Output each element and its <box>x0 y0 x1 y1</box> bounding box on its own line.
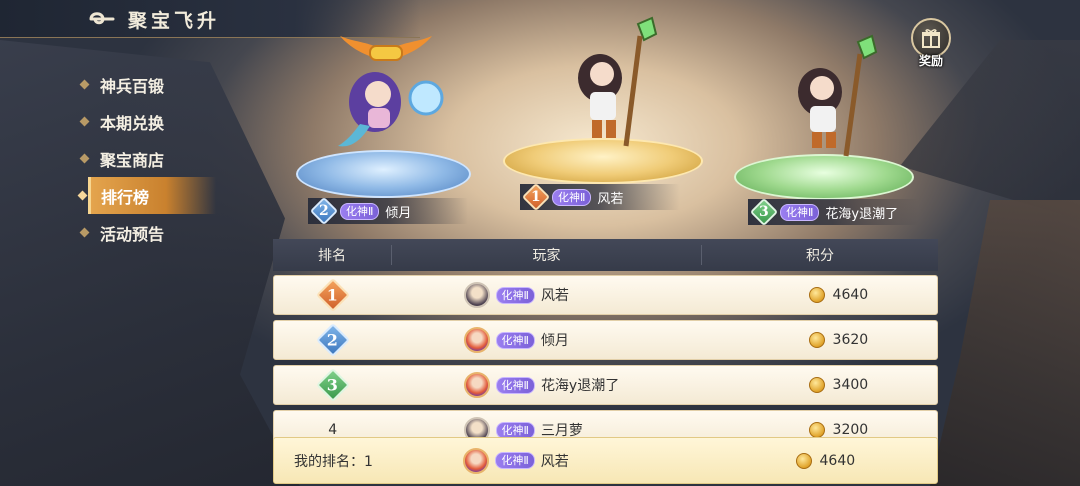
character-sprite-mermaid <box>330 62 450 162</box>
score-value: 4640 <box>819 452 856 469</box>
my-rank-row: 我的排名：1 化神Ⅱ 风若 4640 <box>273 437 938 484</box>
coin-icon <box>808 377 825 393</box>
sidebar-item-label: 聚宝商店 <box>100 150 165 170</box>
back-arrow-icon <box>89 12 115 25</box>
sidebar-item-exchange[interactable]: 本期兑换 <box>78 103 218 140</box>
realm-badge: 化神Ⅱ <box>552 188 592 206</box>
realm-badge: 化神Ⅱ <box>495 376 535 394</box>
rank-2-icon: 2 <box>315 323 350 357</box>
player-name: 风若 <box>540 453 569 470</box>
rank-3-icon: 3 <box>315 368 350 402</box>
realm-badge: 化神Ⅱ <box>495 286 535 304</box>
coin-icon <box>808 287 825 303</box>
player-avatar[interactable] <box>463 372 490 398</box>
bullet-diamond-icon <box>79 153 90 164</box>
table-row[interactable]: 1 化神Ⅱ 风若 4640 <box>273 275 938 315</box>
realm-badge: 化神Ⅱ <box>495 331 535 349</box>
sidebar-item-label: 神兵百锻 <box>100 76 165 96</box>
sidebar-item-preview[interactable]: 活动预告 <box>78 214 218 251</box>
sidebar-item-label: 本期兑换 <box>100 113 165 133</box>
crown-wings-icon <box>338 34 434 64</box>
back-button[interactable] <box>82 6 118 32</box>
player-name: 倾月 <box>385 205 412 221</box>
page-title: 聚宝飞升 <box>128 10 221 32</box>
realm-badge: 化神Ⅱ <box>340 202 380 220</box>
podium-nameplate: 2 化神Ⅱ 倾月 <box>308 196 468 226</box>
player-name: 花海y退潮了 <box>540 378 620 394</box>
sidebar-nav: 神兵百锻 本期兑换 聚宝商店 排行榜 活动预告 <box>77 66 218 251</box>
sidebar-item-label: 排行榜 <box>101 187 150 207</box>
bullet-diamond-icon <box>79 116 90 127</box>
player-name: 倾月 <box>540 333 569 349</box>
sidebar-item-label: 活动预告 <box>100 224 165 244</box>
bullet-diamond-icon <box>79 227 90 238</box>
score-value: 3400 <box>832 377 869 393</box>
rank-1-icon: 1 <box>315 278 350 312</box>
rank-1-icon: 1 <box>521 182 551 212</box>
header-score: 积分 <box>701 245 938 265</box>
bullet-diamond-icon <box>77 190 88 201</box>
leaderboard-table-header: 排名 玩家 积分 <box>273 239 938 271</box>
sidebar-item-shop[interactable]: 聚宝商店 <box>78 140 218 177</box>
realm-badge: 化神Ⅱ <box>780 203 820 221</box>
sidebar-item-leaderboard[interactable]: 排行榜 <box>77 177 216 214</box>
header-player: 玩家 <box>391 245 701 265</box>
score-value: 4640 <box>832 287 869 303</box>
character-sprite-staff <box>560 16 670 156</box>
realm-badge: 化神Ⅱ <box>495 452 535 469</box>
table-row[interactable]: 3 化神Ⅱ 花海y退潮了 3400 <box>273 365 938 405</box>
coin-icon <box>795 452 812 469</box>
character-sprite-staff <box>782 34 892 164</box>
realm-badge: 化神Ⅱ <box>495 421 535 439</box>
player-name: 风若 <box>540 288 569 304</box>
podium-nameplate: 1 化神Ⅱ 风若 <box>520 182 680 212</box>
player-avatar[interactable] <box>463 447 490 474</box>
background-rock-right <box>930 200 1080 486</box>
player-avatar[interactable] <box>463 327 490 353</box>
reward-label: 奖励 <box>918 54 943 68</box>
reward-button[interactable]: 奖励 <box>907 18 955 70</box>
score-value: 3620 <box>832 332 869 348</box>
player-name: 花海y退潮了 <box>825 206 899 222</box>
coin-icon <box>808 332 825 348</box>
player-name: 风若 <box>597 191 624 207</box>
podium-nameplate: 3 化神Ⅱ 花海y退潮了 <box>748 197 918 227</box>
rank-3-icon: 3 <box>749 197 779 227</box>
score-value: 3200 <box>832 422 869 438</box>
rank-2-icon: 2 <box>309 196 339 226</box>
bullet-diamond-icon <box>79 79 90 90</box>
rank-number: 4 <box>328 422 338 438</box>
coin-icon <box>808 422 825 438</box>
table-row[interactable]: 2 化神Ⅱ 倾月 3620 <box>273 320 938 360</box>
header-rank: 排名 <box>318 248 346 264</box>
my-rank-label: 我的排名：1 <box>294 453 373 470</box>
player-avatar[interactable] <box>463 282 490 308</box>
sidebar-item-weapon-forge[interactable]: 神兵百锻 <box>78 66 218 103</box>
